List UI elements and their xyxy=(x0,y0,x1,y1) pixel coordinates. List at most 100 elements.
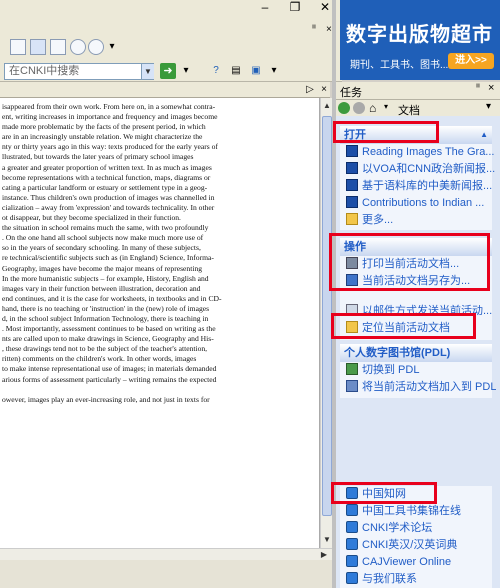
link-label: CNKI英汉/汉英词典 xyxy=(362,539,458,551)
zoom-in-icon[interactable] xyxy=(88,39,104,55)
facing-page-icon[interactable] xyxy=(50,39,66,55)
window-controls: – ❐ ✕ ᐦ × xyxy=(0,0,340,36)
help-icon[interactable]: ? xyxy=(208,63,224,79)
search-go-button[interactable]: ➜ xyxy=(160,63,176,79)
highlight-box-actions xyxy=(329,233,490,291)
back-icon[interactable] xyxy=(338,102,350,114)
pdf-icon xyxy=(346,196,358,208)
document-line: re technical/scientific subjects such as… xyxy=(2,253,214,263)
recent-document-label: Reading Images The Gra... xyxy=(362,146,495,158)
web-icon xyxy=(346,538,358,550)
nav-close-icon[interactable]: ▾ xyxy=(486,101,491,112)
section-pdl-header[interactable]: 个人数字图书馆(PDL) xyxy=(340,344,492,362)
more-documents-link[interactable]: 更多... xyxy=(346,212,496,228)
task-pane-body: 打开 ▲ Reading Images The Gra... 以VOA和CNN政… xyxy=(336,116,500,588)
document-line: d, in the school subject Information Tec… xyxy=(2,313,209,323)
screen-icon[interactable]: ▣ xyxy=(248,63,264,79)
single-page-icon[interactable] xyxy=(10,39,26,55)
document-line: cating a particular landform or estuary … xyxy=(2,182,208,192)
link-dictionary[interactable]: CNKI英汉/汉英词典 xyxy=(346,537,496,553)
recent-document-link[interactable]: Reading Images The Gra... xyxy=(346,144,496,160)
ad-banner[interactable]: 数字出版物超市 期刊、工具书、图书... 进入>> xyxy=(340,0,500,80)
document-line: the situation in school remains much the… xyxy=(2,223,209,233)
toolbar-overflow-icon[interactable]: ▾ xyxy=(104,39,120,55)
pdf-icon xyxy=(346,145,358,157)
toolbar-overflow-icon[interactable]: ▾ xyxy=(266,63,282,79)
highlight-box-cnki xyxy=(331,482,437,504)
section-open-body: Reading Images The Gra... 以VOA和CNN政治新闻报.… xyxy=(340,144,495,230)
horizontal-scrollbar[interactable]: ▶ xyxy=(0,548,332,560)
document-line: instance. Thus children's own production… xyxy=(2,192,215,202)
continuous-page-icon[interactable] xyxy=(30,39,46,55)
status-area xyxy=(0,560,332,588)
document-text: isappeared from their own work. From her… xyxy=(0,102,316,405)
switch-pdl-link[interactable]: 切换到 PDL xyxy=(346,362,496,378)
search-input[interactable]: 在CNKI中搜索 xyxy=(4,63,154,80)
document-line: owever, images play an ever-increasing r… xyxy=(2,394,210,404)
forward-icon[interactable] xyxy=(353,102,365,114)
view-toolbar: ▾ xyxy=(0,36,342,60)
folder-icon xyxy=(346,213,358,225)
recent-document-link[interactable]: 基于语料库的中美新闻报... xyxy=(346,178,496,194)
document-line: arious forms of assessment particularly … xyxy=(2,374,217,384)
task-pane-nav: ⌂ ▾ 文档 ▾ xyxy=(336,100,500,117)
document-page[interactable]: isappeared from their own work. From her… xyxy=(0,98,320,548)
document-line: end continues, and it is the case for wo… xyxy=(2,293,222,303)
recent-document-link[interactable]: 以VOA和CNN政治新闻报... xyxy=(346,161,496,177)
link-cajviewer-online[interactable]: CAJViewer Online xyxy=(346,554,496,570)
switch-pdl-label: 切换到 PDL xyxy=(362,364,420,376)
restore-icon[interactable]: ❐ xyxy=(280,0,310,16)
pane-pin-icon[interactable]: ᐦ xyxy=(476,83,480,94)
switch-icon xyxy=(346,363,358,375)
link-contact[interactable]: 与我们联系 xyxy=(346,571,496,587)
recent-document-link[interactable]: Contributions to Indian ... xyxy=(346,195,496,211)
document-line: nts are called upon to make drawings in … xyxy=(2,334,214,344)
add-icon xyxy=(346,380,358,392)
document-line: cialization – away from 'expression' and… xyxy=(2,202,215,212)
document-line: ent, writing increases in importance and… xyxy=(2,112,218,122)
web-icon xyxy=(346,572,358,584)
ad-enter-button[interactable]: 进入>> xyxy=(448,53,494,69)
document-icon[interactable]: ▤ xyxy=(228,63,244,79)
document-line: , these drawings tend not to be the subj… xyxy=(2,344,208,354)
link-label: 中国工具书集锦在线 xyxy=(362,505,461,517)
link-label: 与我们联系 xyxy=(362,573,417,585)
section-pdl-title: 个人数字图书馆(PDL) xyxy=(344,347,451,359)
document-line: images vary in their function between il… xyxy=(2,283,201,293)
nav-dropdown-icon[interactable]: ▾ xyxy=(384,102,388,111)
document-line: llustrated, but towards the later years … xyxy=(2,152,194,162)
link-reference-books[interactable]: 中国工具书集锦在线 xyxy=(346,503,496,519)
highlight-box-locate xyxy=(331,313,476,339)
home-icon[interactable]: ⌂ xyxy=(369,101,376,115)
add-to-pdl-label: 将当前活动文档加入到 PDL xyxy=(362,381,496,393)
document-line: isappeared from their own work. From her… xyxy=(2,102,216,111)
web-icon xyxy=(346,555,358,567)
link-label: CNKI学术论坛 xyxy=(362,522,433,534)
pdf-icon xyxy=(346,162,358,174)
zoom-out-icon[interactable] xyxy=(70,39,86,55)
link-forum[interactable]: CNKI学术论坛 xyxy=(346,520,496,536)
document-line: made more problematic by the facts of th… xyxy=(2,122,206,132)
minimize-icon[interactable]: – xyxy=(250,0,280,16)
collapse-icon[interactable]: ▲ xyxy=(480,126,488,144)
document-line: so in the years of secondary schooling. … xyxy=(2,243,201,253)
add-to-pdl-link[interactable]: 将当前活动文档加入到 PDL xyxy=(346,379,496,395)
document-line: . On the one hand all school subjects no… xyxy=(2,233,204,243)
search-dropdown-icon[interactable]: ▼ xyxy=(141,64,154,79)
document-line: hand, there is no teaching or 'instructi… xyxy=(2,303,210,313)
pin-icon[interactable]: ᐦ xyxy=(312,24,316,35)
document-line: In the more humanistic subjects – for ex… xyxy=(2,273,209,283)
pane-close-icon[interactable]: × xyxy=(488,82,494,94)
search-options-icon[interactable]: ▾ xyxy=(178,63,194,79)
document-line: become representations with a technical … xyxy=(2,172,211,182)
recent-document-label: Contributions to Indian ... xyxy=(362,197,485,209)
document-line: . Most importantly, assessment continues… xyxy=(2,324,216,334)
close-pane-icon[interactable]: × xyxy=(326,24,332,35)
ad-subtitle: 期刊、工具书、图书... xyxy=(350,60,449,71)
pane-close-icon[interactable]: × xyxy=(316,82,332,98)
document-line: Geography, images have become the major … xyxy=(2,263,203,273)
document-line: ritten) comments on the children's work.… xyxy=(2,354,197,364)
web-icon xyxy=(346,504,358,516)
document-line: to make intense representational use of … xyxy=(2,364,217,374)
